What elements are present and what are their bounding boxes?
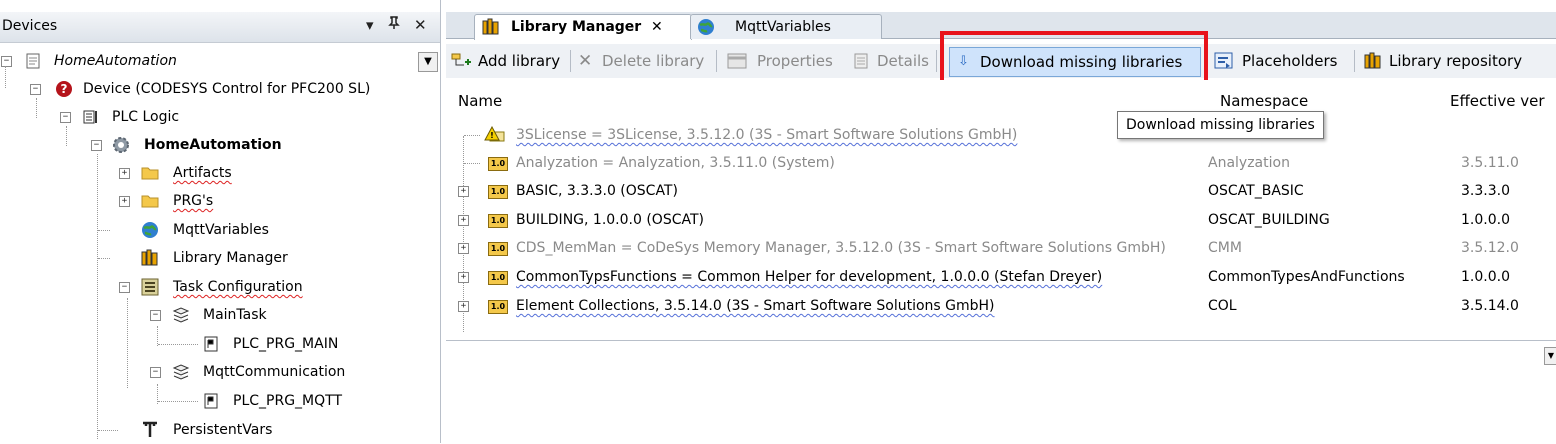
- tree-item-label: Task Configuration: [173, 279, 303, 295]
- task-icon: [172, 307, 190, 323]
- expand-icon[interactable]: +: [458, 243, 469, 254]
- tree-item-label: PRG's: [173, 193, 214, 209]
- panel-menu-icon[interactable]: ▾: [366, 16, 374, 34]
- tree-item-label: MqttCommunication: [203, 364, 346, 380]
- library-row[interactable]: 1.0 Analyzation = Analyzation, 3.5.11.0 …: [446, 149, 1556, 177]
- tree-item-label: PLC_PRG_MAIN: [233, 336, 339, 352]
- plc-logic-icon: [83, 110, 97, 124]
- expand-icon[interactable]: +: [458, 186, 469, 197]
- details-pane: ▼: [446, 340, 1556, 444]
- scroll-dropdown-icon[interactable]: ▼: [1544, 347, 1556, 365]
- details-icon: [854, 53, 868, 69]
- collapse-icon[interactable]: −: [150, 367, 161, 378]
- svg-text:?: ?: [61, 82, 68, 96]
- close-panel-icon[interactable]: ✕: [414, 16, 427, 34]
- library-row[interactable]: + 1.0 CommonTypsFunctions = Common Helpe…: [446, 263, 1556, 291]
- device-error-icon: ?: [56, 81, 72, 97]
- expand-icon[interactable]: +: [119, 168, 130, 179]
- collapse-icon[interactable]: −: [60, 112, 71, 123]
- library-icon: [1364, 52, 1381, 69]
- library-row[interactable]: + 1.0 Element Collections, 3.5.14.0 (3S …: [446, 292, 1556, 320]
- library-badge-icon: 1.0: [488, 271, 508, 285]
- tree-item-label: PersistentVars: [173, 422, 273, 438]
- task-config-icon: [141, 278, 159, 296]
- delete-icon: ✕: [578, 51, 593, 71]
- tab-label: MqttVariables: [735, 19, 831, 35]
- tab-mqttvariables[interactable]: MqttVariables: [690, 14, 882, 39]
- project-name: HomeAutomation: [54, 53, 177, 69]
- tree-item-label: Artifacts: [173, 165, 232, 181]
- collapse-icon[interactable]: −: [150, 310, 161, 321]
- tree-item-label: MqttVariables: [173, 222, 269, 238]
- library-icon: [141, 249, 158, 266]
- tree-item-label: PLC_PRG_MQTT: [233, 393, 342, 409]
- folder-icon: [141, 195, 159, 208]
- tree-item-label: MainTask: [203, 307, 267, 323]
- tab-label: Library Manager: [511, 19, 642, 35]
- library-row[interactable]: + 1.0 BASIC, 3.3.3.0 (OSCAT) OSCAT_BASIC…: [446, 177, 1556, 205]
- combo-dropdown-icon[interactable]: ▼: [418, 52, 438, 72]
- expand-icon[interactable]: +: [458, 215, 469, 226]
- globe-icon: [698, 19, 714, 35]
- add-library-icon: [451, 53, 471, 66]
- properties-icon: [727, 53, 747, 69]
- collapse-icon[interactable]: −: [1, 56, 12, 67]
- library-badge-icon: 1.0: [488, 242, 508, 256]
- collapse-icon[interactable]: −: [91, 140, 102, 151]
- svg-text:!: !: [490, 131, 494, 140]
- folder-icon: [141, 167, 159, 180]
- column-header-name[interactable]: Name: [458, 92, 502, 110]
- library-badge-icon: 1.0: [488, 185, 508, 199]
- collapse-icon[interactable]: −: [30, 84, 41, 95]
- library-badge-icon: 1.0: [488, 157, 508, 171]
- expand-icon[interactable]: +: [458, 301, 469, 312]
- tree-item-label: HomeAutomation: [144, 137, 282, 153]
- project-root[interactable]: − HomeAutomation ▼: [0, 48, 440, 74]
- collapse-icon[interactable]: −: [119, 282, 130, 293]
- devices-panel: Devices ▾ ✕ − HomeAutomation ▼ − ? Devic…: [0, 0, 441, 443]
- tooltip: Download missing libraries: [1117, 111, 1324, 139]
- expand-icon[interactable]: +: [458, 272, 469, 283]
- warning-icon: !: [484, 126, 505, 142]
- library-row[interactable]: + 1.0 CDS_MemMan = CoDeSys Memory Manage…: [446, 234, 1556, 262]
- program-icon: [204, 393, 218, 409]
- devices-header: Devices ▾ ✕: [0, 12, 440, 43]
- tree-item-label: Device (CODESYS Control for PFC200 SL): [83, 81, 371, 97]
- devices-title: Devices: [2, 18, 58, 34]
- gear-icon: [113, 137, 129, 153]
- tree-item-label: Library Manager: [173, 250, 288, 266]
- library-row[interactable]: ! 3SLicense = 3SLicense, 3.5.12.0 (3S - …: [446, 121, 1556, 149]
- library-list: Name Namespace Effective ver ! 3SLicense…: [446, 80, 1556, 335]
- column-header-namespace[interactable]: Namespace: [1220, 92, 1308, 110]
- library-badge-icon: 1.0: [488, 300, 508, 314]
- library-row[interactable]: + 1.0 BUILDING, 1.0.0.0 (OSCAT) OSCAT_BU…: [446, 206, 1556, 234]
- persistent-vars-icon: [143, 421, 157, 437]
- task-icon: [172, 364, 190, 380]
- tab-library-manager[interactable]: Library Manager ✕: [474, 14, 692, 40]
- expand-icon[interactable]: +: [119, 196, 130, 207]
- program-icon: [204, 336, 218, 352]
- tree-item-label: PLC Logic: [112, 109, 180, 125]
- pin-icon[interactable]: [388, 16, 400, 34]
- close-tab-icon[interactable]: ✕: [651, 15, 663, 39]
- library-icon: [482, 18, 499, 35]
- project-icon: [26, 53, 40, 69]
- globe-icon: [142, 222, 158, 238]
- library-badge-icon: 1.0: [488, 214, 508, 228]
- placeholders-icon: [1214, 52, 1233, 69]
- column-header-version[interactable]: Effective ver: [1450, 92, 1544, 110]
